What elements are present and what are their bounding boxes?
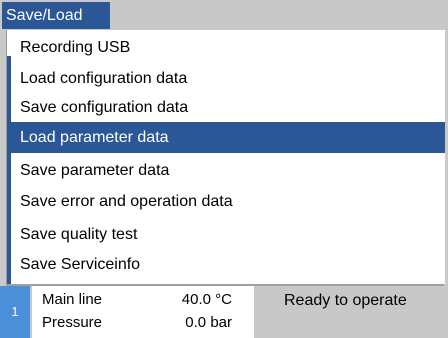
screen: Save/Load Recording USB Load configurati…	[0, 0, 448, 338]
menu-panel: Recording USB Load configuration data Sa…	[6, 30, 445, 284]
menu-item-save-configuration-data[interactable]: Save configuration data	[11, 92, 445, 123]
title-bar: Save/Load	[0, 0, 448, 30]
status-number: 1	[0, 286, 30, 338]
status-message: Ready to operate	[284, 292, 407, 309]
menu-item-load-parameter-data[interactable]: Load parameter data	[11, 122, 445, 153]
menu-item-save-error-and-operation-data[interactable]: Save error and operation data	[11, 186, 445, 217]
menu-item-recording-usb[interactable]: Recording USB	[11, 32, 445, 63]
status-row-pressure: Pressure 0.0 bar	[42, 312, 252, 334]
menu-item-load-configuration-data[interactable]: Load configuration data	[11, 63, 445, 94]
menu-item-save-quality-test[interactable]: Save quality test	[11, 219, 445, 250]
page-title[interactable]: Save/Load	[2, 2, 110, 29]
status-values: Main line 40.0 °C Pressure 0.0 bar	[32, 286, 254, 338]
status-value-main-line: 40.0 °C	[181, 291, 232, 308]
status-row-main-line: Main line 40.0 °C	[42, 289, 252, 311]
status-label-main-line: Main line	[42, 291, 103, 308]
status-label-pressure: Pressure	[42, 314, 103, 331]
menu-item-save-parameter-data[interactable]: Save parameter data	[11, 155, 445, 186]
status-value-pressure: 0.0 bar	[185, 314, 232, 331]
status-message-area: Ready to operate	[254, 286, 448, 338]
menu-item-save-serviceinfo[interactable]: Save Serviceinfo	[11, 249, 445, 280]
status-bar: 1 Main line 40.0 °C Pressure 0.0 bar Rea…	[0, 286, 448, 338]
